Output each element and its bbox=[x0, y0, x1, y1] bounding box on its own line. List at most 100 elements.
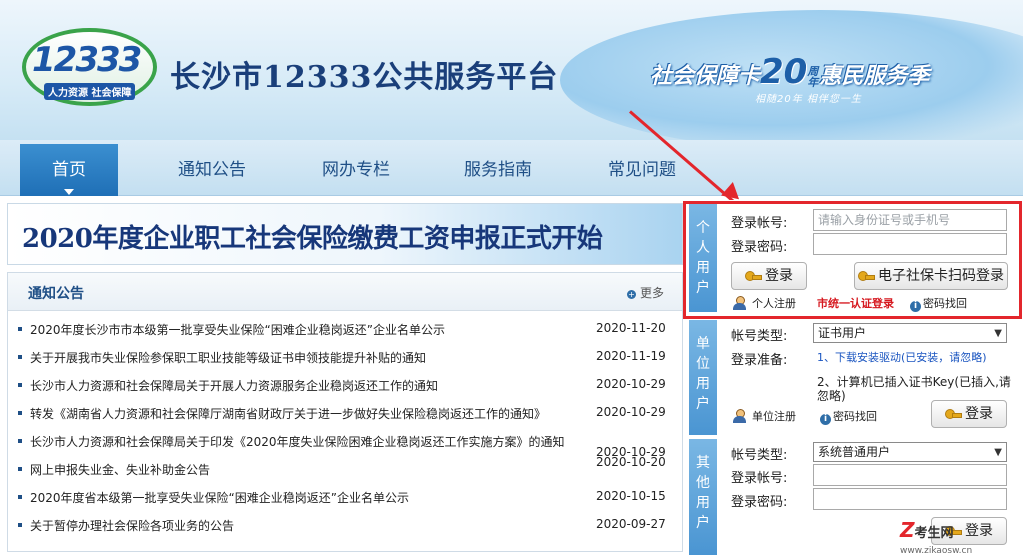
list-item[interactable]: 网上申报失业金、失业补助金公告 2020-10-20 bbox=[14, 455, 674, 487]
unit-register-link[interactable]: 单位注册 bbox=[733, 408, 796, 424]
banner-slogan: 相随20年 相伴您一生 bbox=[755, 94, 862, 105]
other-account-input[interactable] bbox=[813, 464, 1007, 486]
nav-home-label: 首页 bbox=[52, 160, 86, 180]
notice-link[interactable]: 关于开展我市失业保险参保职工职业技能等级证书申领技能提升补贴的通知 bbox=[30, 349, 426, 366]
notice-date: 2020-10-29 bbox=[596, 405, 666, 419]
notice-link[interactable]: 2020年度长沙市市本级第一批享受失业保险“困难企业稳岗返还”企业名单公示 bbox=[30, 321, 445, 338]
account-label: 登录帐号: bbox=[731, 471, 788, 486]
info-icon: i bbox=[820, 414, 831, 425]
tab-char: 用 bbox=[696, 495, 710, 511]
tab-char: 用 bbox=[696, 376, 710, 392]
notice-date: 2020-11-20 bbox=[596, 321, 666, 335]
list-item[interactable]: 2020年度长沙市市本级第一批享受失业保险“困难企业稳岗返还”企业名单公示 202… bbox=[14, 319, 674, 347]
notice-link[interactable]: 2020年度省本级第一批享受失业保险“困难企业稳岗返还”企业名单公示 bbox=[30, 489, 409, 506]
notice-date: 2020-10-15 bbox=[596, 489, 666, 503]
notice-date: 2020-09-27 bbox=[596, 517, 666, 531]
watermark-logo-icon: Z bbox=[900, 518, 915, 542]
notice-link[interactable]: 转发《湖南省人力资源和社会保障厅湖南省财政厅关于进一步做好失业保险稳岗返还工作的… bbox=[30, 405, 546, 422]
notice-link[interactable]: 长沙市人力资源和社会保障局关于印发《2020年度失业保险困难企业稳岗返还工作实施… bbox=[30, 433, 565, 450]
account-type-label: 帐号类型: bbox=[731, 448, 788, 463]
other-login-section: 其 他 用 户 帐号类型: 系统普通用户 ▼ 登录帐号: 登录密码: 登录 bbox=[689, 439, 1023, 555]
notice-date: 2020-10-29 bbox=[596, 377, 666, 391]
unit-user-tab[interactable]: 单 位 用 户 bbox=[689, 320, 717, 435]
bullet-icon bbox=[18, 355, 22, 359]
list-item[interactable]: 转发《湖南省人力资源和社会保障厅湖南省财政厅关于进一步做好失业保险稳岗返还工作的… bbox=[14, 403, 674, 431]
notice-link[interactable]: 长沙市人力资源和社会保障局关于开展人力资源服务企业稳岗返还工作的通知 bbox=[30, 377, 438, 394]
other-account-type-select[interactable]: 系统普通用户 ▼ bbox=[813, 442, 1007, 462]
password-label: 登录密码: bbox=[731, 495, 788, 510]
other-user-tab[interactable]: 其 他 用 户 bbox=[689, 439, 717, 555]
watermark-brand: 考生网 bbox=[914, 526, 954, 541]
bullet-icon bbox=[18, 467, 22, 471]
unit-password-recover-link[interactable]: i 密码找回 bbox=[820, 408, 877, 425]
banner-zhou: 周年 bbox=[807, 65, 819, 89]
nav-service-guide[interactable]: 服务指南 bbox=[446, 154, 550, 186]
bullet-icon bbox=[18, 327, 22, 331]
nav-home[interactable]: 首页 bbox=[20, 144, 118, 196]
headline-text: 2020年度企业职工社会保险缴费工资申报正式开始 bbox=[22, 224, 603, 254]
recover-label: 密码找回 bbox=[833, 410, 877, 423]
bullet-icon bbox=[18, 495, 22, 499]
more-link[interactable]: + 更多 bbox=[626, 284, 664, 301]
notice-date: 2020-10-20 bbox=[596, 455, 666, 469]
banner-left-text: 社会保障卡 bbox=[650, 64, 761, 89]
key-icon bbox=[945, 409, 962, 419]
account-type-label: 帐号类型: bbox=[731, 329, 788, 344]
tab-char: 他 bbox=[696, 475, 710, 491]
watermark-site: www.zikaosw.cn bbox=[900, 546, 973, 555]
unit-login-section: 单 位 用 户 帐号类型: 证书用户 ▼ 登录准备: 1、下载安装驱动(已安装，请… bbox=[689, 320, 1023, 435]
notice-panel: 通知公告 + 更多 2020年度长沙市市本级第一批享受失业保险“困难企业稳岗返还”… bbox=[7, 272, 683, 552]
list-item[interactable]: 长沙市人力资源和社会保障局关于开展人力资源服务企业稳岗返还工作的通知 2020-1… bbox=[14, 375, 674, 403]
bullet-icon bbox=[18, 411, 22, 415]
active-caret-icon bbox=[64, 189, 74, 195]
list-item[interactable]: 2020年度省本级第一批享受失业保险“困难企业稳岗返还”企业名单公示 2020-1… bbox=[14, 487, 674, 515]
select-value: 证书用户 bbox=[818, 326, 867, 340]
tab-char: 户 bbox=[696, 515, 710, 531]
site-title: 长沙市12333公共服务平台 bbox=[170, 60, 559, 95]
cert-key-note-2: 忽略) bbox=[817, 389, 846, 403]
main-nav: 首页 通知公告 网办专栏 服务指南 常见问题 bbox=[0, 140, 1023, 196]
tab-char: 位 bbox=[696, 356, 710, 372]
dropdown-arrow-icon: ▼ bbox=[994, 328, 1002, 339]
other-password-input[interactable] bbox=[813, 488, 1007, 510]
logo-subtitle: 人力资源 社会保障 bbox=[44, 83, 136, 100]
nav-faq[interactable]: 常见问题 bbox=[590, 154, 694, 186]
notice-title: 通知公告 bbox=[28, 286, 84, 302]
bullet-icon bbox=[18, 523, 22, 527]
plus-circle-icon: + bbox=[626, 290, 636, 299]
list-item[interactable]: 关于暂停办理社会保险各项业务的公告 2020-09-27 bbox=[14, 515, 674, 543]
logo-number: 12333 bbox=[32, 40, 142, 80]
list-item[interactable]: 关于开展我市失业保险参保职工职业技能等级证书申领技能提升补贴的通知 2020-11… bbox=[14, 347, 674, 375]
nav-online-service[interactable]: 网办专栏 bbox=[304, 154, 408, 186]
annotation-highlight-box bbox=[683, 201, 1022, 319]
bullet-icon bbox=[18, 439, 22, 443]
notice-list: 2020年度长沙市市本级第一批享受失业保险“困难企业稳岗返还”企业名单公示 202… bbox=[14, 319, 674, 543]
unit-account-type-select[interactable]: 证书用户 ▼ bbox=[813, 323, 1007, 343]
login-button-label: 登录 bbox=[965, 406, 993, 422]
tab-char: 单 bbox=[696, 336, 710, 352]
tab-char: 户 bbox=[696, 396, 710, 412]
bullet-icon bbox=[18, 383, 22, 387]
notice-link[interactable]: 关于暂停办理社会保险各项业务的公告 bbox=[30, 517, 234, 534]
tab-char: 其 bbox=[696, 455, 710, 471]
cert-key-note: 2、计算机已插入证书Key(已插入,请 bbox=[817, 375, 1011, 389]
anniversary-banner: 社会保障卡20周年惠民服务季 bbox=[650, 52, 929, 92]
notice-header: 通知公告 + 更多 bbox=[8, 273, 682, 311]
prep-label: 登录准备: bbox=[731, 353, 788, 368]
dropdown-arrow-icon: ▼ bbox=[994, 447, 1002, 458]
banner-right-text: 惠民服务季 bbox=[819, 64, 930, 89]
list-item[interactable]: 长沙市人力资源和社会保障局关于印发《2020年度失业保险困难企业稳岗返还工作实施… bbox=[14, 431, 674, 459]
banner-number: 20 bbox=[760, 52, 808, 92]
headline-banner[interactable]: 2020年度企业职工社会保险缴费工资申报正式开始 bbox=[7, 203, 683, 265]
watermark: Z考生网 www.zikaosw.cn bbox=[900, 518, 972, 555]
more-label: 更多 bbox=[639, 286, 664, 300]
nav-notices[interactable]: 通知公告 bbox=[160, 154, 264, 186]
register-label: 单位注册 bbox=[752, 410, 796, 423]
notice-date: 2020-11-19 bbox=[596, 349, 666, 363]
site-header: 12333 人力资源 社会保障 长沙市12333公共服务平台 社会保障卡20周年… bbox=[0, 0, 1023, 140]
select-value: 系统普通用户 bbox=[818, 445, 891, 459]
person-icon bbox=[733, 409, 746, 423]
download-driver-link[interactable]: 1、下载安装驱动(已安装，请忽略) bbox=[817, 349, 987, 365]
unit-login-button[interactable]: 登录 bbox=[931, 400, 1007, 428]
notice-link[interactable]: 网上申报失业金、失业补助金公告 bbox=[30, 461, 210, 478]
